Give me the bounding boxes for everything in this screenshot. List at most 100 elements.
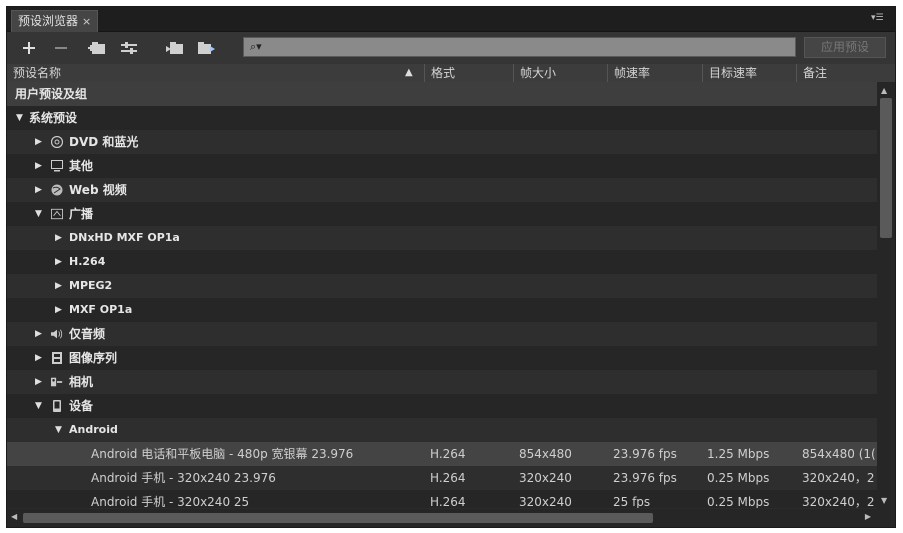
- camera-label: 相机: [69, 375, 94, 389]
- preset-frame-rate: 23.976 fps: [613, 447, 677, 461]
- tree-row-audio[interactable]: ▶ 仅音频: [7, 322, 877, 346]
- audio-label: 仅音频: [69, 327, 106, 341]
- devices-label: 设备: [69, 399, 94, 413]
- camera-icon: [51, 377, 63, 387]
- toolbar: ⌕▾ 应用预设: [7, 32, 895, 64]
- export-preset-icon[interactable]: [197, 38, 217, 58]
- preset-frame-rate: 23.976 fps: [613, 471, 677, 485]
- monitor-icon: [51, 160, 63, 172]
- disc-icon: [51, 136, 63, 148]
- preset-row[interactable]: Android 手机 - 320x240 23.976 H.264 320x24…: [7, 466, 877, 490]
- h264-label: H.264: [69, 255, 106, 268]
- vertical-scrollbar[interactable]: ▲ ▼: [877, 82, 895, 509]
- tree-row-dnxhd[interactable]: ▶ DNxHD MXF OP1a: [7, 226, 877, 250]
- preset-format: H.264: [430, 495, 466, 508]
- collapsed-triangle-icon[interactable]: ▶: [55, 274, 62, 298]
- remove-icon[interactable]: [51, 38, 71, 58]
- collapsed-triangle-icon[interactable]: ▶: [55, 298, 62, 322]
- collapsed-triangle-icon[interactable]: ▶: [55, 226, 62, 250]
- preset-note: 854x480 (1(: [802, 447, 876, 461]
- tree-row-other[interactable]: ▶ 其他: [7, 154, 877, 178]
- tree-row-user-group[interactable]: 用户预设及组: [7, 82, 877, 106]
- scroll-right-icon[interactable]: ▶: [865, 512, 871, 521]
- tree-row-camera[interactable]: ▶ 相机: [7, 370, 877, 394]
- add-icon[interactable]: [19, 38, 39, 58]
- tree-row-android[interactable]: ▼ Android: [7, 418, 877, 442]
- preset-name: Android 手机 - 320x240 25: [91, 495, 250, 508]
- preset-target-rate: 0.25 Mbps: [707, 471, 770, 485]
- panel-menu-icon[interactable]: ▾☰: [871, 13, 885, 23]
- collapsed-triangle-icon[interactable]: ▶: [35, 154, 42, 178]
- preset-browser-panel: 预设浏览器 × ▾☰ ⌕▾ 应用预设 预设名称 ▲ 格式 帧大小 帧速率 目标速…: [6, 6, 896, 528]
- tree-row-mpeg2[interactable]: ▶ MPEG2: [7, 274, 877, 298]
- preset-target-rate: 0.25 Mbps: [707, 495, 770, 508]
- tab-preset-browser[interactable]: 预设浏览器 ×: [11, 10, 99, 32]
- film-icon: [52, 352, 62, 364]
- collapsed-triangle-icon[interactable]: ▶: [35, 130, 42, 154]
- column-preset-name[interactable]: 预设名称: [7, 64, 424, 82]
- collapsed-triangle-icon[interactable]: ▶: [35, 346, 42, 370]
- preset-target-rate: 1.25 Mbps: [707, 447, 770, 461]
- column-target-rate[interactable]: 目标速率: [702, 64, 796, 82]
- collapsed-triangle-icon[interactable]: ▶: [35, 370, 42, 394]
- preset-frame-rate: 25 fps: [613, 495, 651, 508]
- tree-row-system-group[interactable]: ▼ 系统预设: [7, 106, 877, 130]
- dnxhd-label: DNxHD MXF OP1a: [69, 231, 180, 244]
- apply-preset-button[interactable]: 应用预设: [804, 37, 886, 58]
- preset-row[interactable]: Android 电话和平板电脑 - 480p 宽银幕 23.976 H.264 …: [7, 442, 877, 466]
- expanded-triangle-icon[interactable]: ▼: [16, 106, 23, 130]
- broadcast-label: 广播: [69, 207, 94, 221]
- scroll-up-icon[interactable]: ▲: [881, 86, 887, 95]
- system-group-label: 系统预设: [29, 111, 78, 125]
- column-note[interactable]: 备注: [796, 64, 895, 82]
- expanded-triangle-icon[interactable]: ▼: [35, 202, 42, 226]
- preset-format: H.264: [430, 471, 466, 485]
- preset-note: 320x240，2: [802, 495, 875, 508]
- tree-row-mxf[interactable]: ▶ MXF OP1a: [7, 298, 877, 322]
- search-icon[interactable]: ⌕▾: [250, 40, 262, 54]
- column-frame-size[interactable]: 帧大小: [513, 64, 607, 82]
- tab-strip: 预设浏览器 × ▾☰: [7, 7, 895, 32]
- preset-frame-size: 320x240: [519, 471, 572, 485]
- search-input[interactable]: ⌕▾: [243, 37, 796, 57]
- collapsed-triangle-icon[interactable]: ▶: [55, 250, 62, 274]
- tree-row-broadcast[interactable]: ▼ 广播: [7, 202, 877, 226]
- settings-icon[interactable]: [119, 38, 139, 58]
- new-group-icon[interactable]: [87, 38, 107, 58]
- sort-ascending-icon[interactable]: ▲: [405, 67, 413, 78]
- tree-row-dvd[interactable]: ▶ DVD 和蓝光: [7, 130, 877, 154]
- expanded-triangle-icon[interactable]: ▼: [55, 418, 62, 442]
- scroll-down-icon[interactable]: ▼: [881, 496, 887, 505]
- column-header: 预设名称 ▲ 格式 帧大小 帧速率 目标速率 备注: [7, 64, 895, 83]
- preset-name: Android 手机 - 320x240 23.976: [91, 471, 276, 485]
- vertical-scroll-thumb[interactable]: [880, 98, 892, 238]
- horizontal-scroll-thumb[interactable]: [23, 513, 653, 523]
- preset-frame-size: 854x480: [519, 447, 572, 461]
- android-label: Android: [69, 423, 118, 436]
- expanded-triangle-icon[interactable]: ▼: [35, 394, 42, 418]
- broadcast-icon: [51, 208, 63, 220]
- device-icon: [53, 400, 61, 412]
- preset-row[interactable]: Android 手机 - 320x240 25 H.264 320x240 25…: [7, 490, 877, 508]
- preset-format: H.264: [430, 447, 466, 461]
- speaker-icon: [51, 329, 63, 339]
- image-sequence-label: 图像序列: [69, 351, 118, 365]
- tree-row-h264[interactable]: ▶ H.264: [7, 250, 877, 274]
- preset-note: 320x240，2: [802, 471, 875, 485]
- close-icon[interactable]: ×: [82, 11, 91, 32]
- tab-title: 预设浏览器: [18, 14, 79, 28]
- preset-frame-size: 320x240: [519, 495, 572, 508]
- collapsed-triangle-icon[interactable]: ▶: [35, 178, 42, 202]
- tree-row-image-seq[interactable]: ▶ 图像序列: [7, 346, 877, 370]
- collapsed-triangle-icon[interactable]: ▶: [35, 322, 42, 346]
- column-frame-rate[interactable]: 帧速率: [607, 64, 702, 82]
- column-format[interactable]: 格式: [424, 64, 513, 82]
- tree-row-web[interactable]: ▶ Web 视频: [7, 178, 877, 202]
- import-preset-icon[interactable]: [165, 38, 185, 58]
- globe-icon: [51, 184, 63, 196]
- horizontal-scrollbar[interactable]: ◀ ▶: [7, 509, 895, 527]
- tree-row-devices[interactable]: ▼ 设备: [7, 394, 877, 418]
- user-group-label: 用户预设及组: [15, 87, 88, 101]
- mxf-label: MXF OP1a: [69, 303, 133, 316]
- scroll-left-icon[interactable]: ◀: [11, 512, 17, 521]
